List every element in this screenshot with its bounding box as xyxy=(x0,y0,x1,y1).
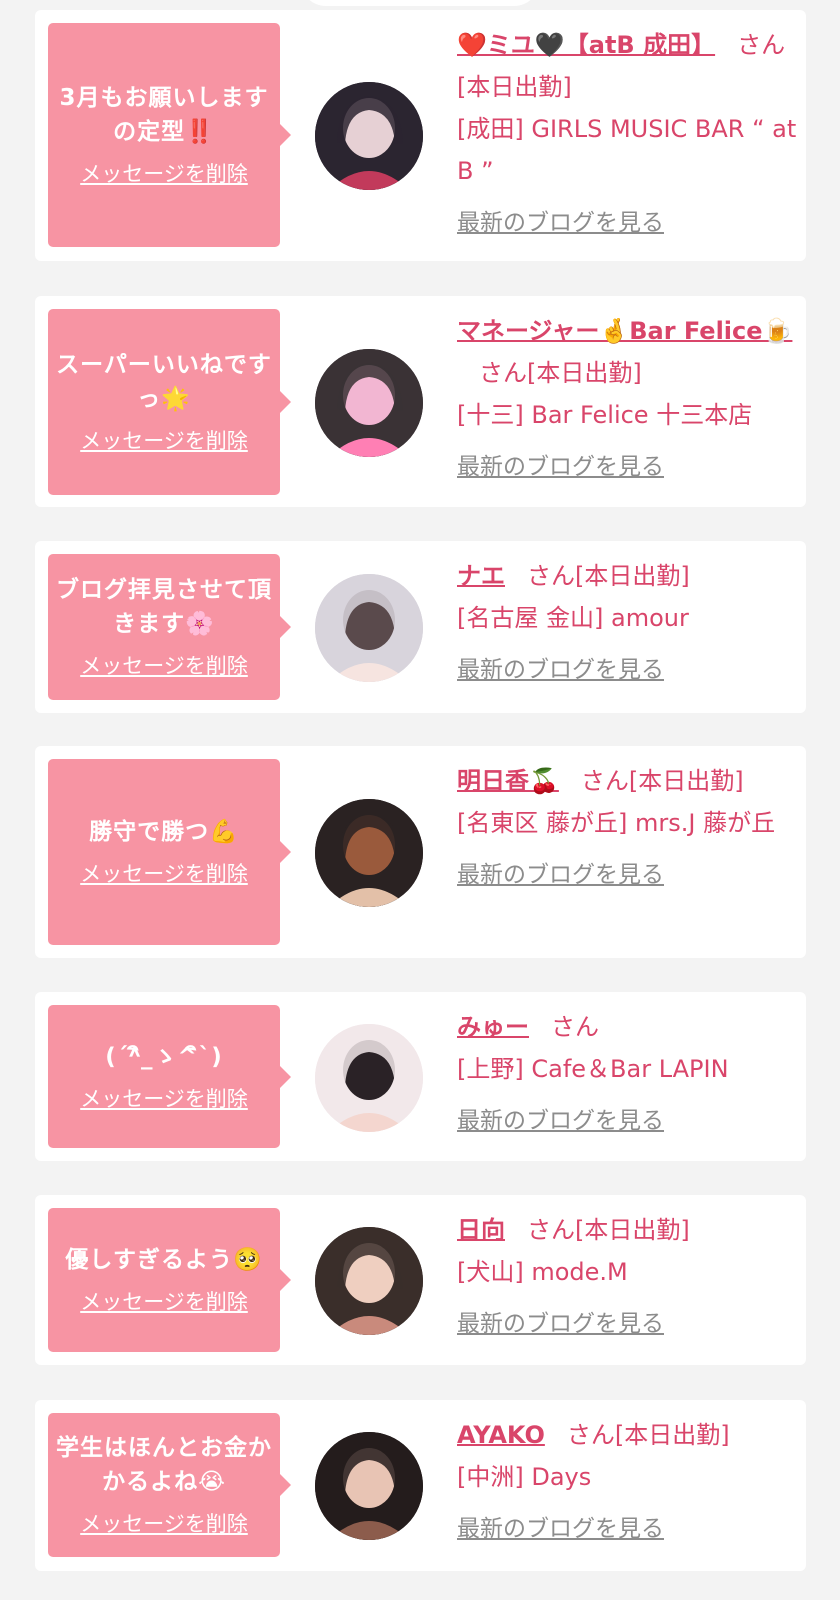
shop-name: [十三] Bar Felice 十三本店 xyxy=(457,401,753,429)
favorite-card: 3月もお願いしますの定型‼️ メッセージを削除 ❤️ミユ🖤【atB 成田】 さん [本日… xyxy=(35,10,806,261)
latest-blog-link[interactable]: 最新のブログを見る xyxy=(457,649,797,691)
shop-name: [名古屋 金山] amour xyxy=(457,604,689,632)
cast-name-link[interactable]: ❤️ミユ🖤【atB 成田】 xyxy=(457,31,715,59)
message-text: 勝守で勝つ💪 xyxy=(89,819,239,845)
cast-info: ❤️ミユ🖤【atB 成田】 さん [本日出勤] [成田] GIRLS MUSIC BA… xyxy=(457,24,797,244)
message-text: 学生はほんとお金かかるよね😭 xyxy=(56,1435,272,1495)
work-status: [本日出勤] xyxy=(575,1216,690,1244)
favorite-card: 勝守で勝つ💪 メッセージを削除 明日香🍒 さん[本日出勤] [名東区 藤が丘] mrs.… xyxy=(35,746,806,958)
latest-blog-link[interactable]: 最新のブログを見る xyxy=(457,446,797,488)
delete-message-link[interactable]: メッセージを削除 xyxy=(80,1287,248,1317)
cast-name-link[interactable]: 明日香🍒 xyxy=(457,767,559,795)
profile-photo-icon xyxy=(315,1024,423,1132)
message-text: 3月もお願いしますの定型‼️ xyxy=(59,85,269,145)
work-status: [本日出勤] xyxy=(628,767,744,795)
avatar[interactable] xyxy=(315,1024,423,1132)
latest-blog-link[interactable]: 最新のブログを見る xyxy=(457,1508,797,1550)
cast-info: マネージャー🤞Bar Felice🍺 さん[本日出勤] [十三] Bar Felic… xyxy=(457,310,797,488)
avatar[interactable] xyxy=(315,349,423,457)
honorific: さん xyxy=(566,1421,615,1449)
avatar[interactable] xyxy=(315,1227,423,1335)
shop-name: [上野] Cafe＆Bar LAPIN xyxy=(457,1055,729,1083)
work-status: [本日出勤] xyxy=(457,73,572,101)
cast-name-link[interactable]: ナエ xyxy=(457,562,505,590)
message-text: スーパーいいねですっ🌟 xyxy=(56,352,272,412)
cast-name-link[interactable]: みゅー xyxy=(457,1013,529,1041)
message-list: 3月もお願いしますの定型‼️ メッセージを削除 ❤️ミユ🖤【atB 成田】 さん[本日… xyxy=(0,0,840,1600)
honorific: さん xyxy=(580,767,629,795)
favorite-card: 学生はほんとお金かかるよね😭 メッセージを削除 AYAKO さん[本日出勤] [中洲] … xyxy=(35,1400,806,1571)
avatar[interactable] xyxy=(315,574,423,682)
delete-message-link[interactable]: メッセージを削除 xyxy=(80,859,248,889)
delete-message-link[interactable]: メッセージを削除 xyxy=(80,159,248,189)
shop-name: [成田] GIRLS MUSIC BAR “ at B ” xyxy=(457,115,797,185)
cast-info: 明日香🍒 さん[本日出勤] [名東区 藤が丘] mrs.J 藤が丘最新のブログを見る xyxy=(457,760,797,896)
delete-message-link[interactable]: メッセージを削除 xyxy=(80,651,248,681)
message-bubble: (´^ิ_ゝ^ิ`) メッセージを削除 xyxy=(48,1005,291,1148)
cast-name-link[interactable]: AYAKO xyxy=(457,1421,545,1449)
shop-name: [犬山] mode.M xyxy=(457,1258,628,1286)
profile-photo-icon xyxy=(315,1432,423,1540)
message-bubble: ブログ拝見させて頂きます🌸 メッセージを削除 xyxy=(48,554,291,700)
honorific: さん xyxy=(479,359,527,387)
profile-photo-icon xyxy=(315,799,423,907)
profile-photo-icon xyxy=(315,349,423,457)
message-text: 優しすぎるよう🥺 xyxy=(65,1247,263,1273)
delete-message-link[interactable]: メッセージを削除 xyxy=(80,1084,248,1114)
cast-info: ナエ さん[本日出勤] [名古屋 金山] amour 最新のブログを見る xyxy=(457,555,797,691)
cast-info: AYAKO さん[本日出勤] [中洲] Days 最新のブログを見る xyxy=(457,1414,797,1550)
honorific: さん xyxy=(737,31,786,59)
message-text: ブログ拝見させて頂きます🌸 xyxy=(56,577,272,637)
message-bubble: 勝守で勝つ💪 メッセージを削除 xyxy=(48,759,291,945)
latest-blog-link[interactable]: 最新のブログを見る xyxy=(457,1100,797,1142)
delete-message-link[interactable]: メッセージを削除 xyxy=(80,426,248,456)
favorite-card: スーパーいいねですっ🌟 メッセージを削除 マネージャー🤞Bar Felice🍺さん[… xyxy=(35,296,806,507)
avatar[interactable] xyxy=(315,799,423,907)
avatar[interactable] xyxy=(315,82,423,190)
message-bubble: 優しすぎるよう🥺 メッセージを削除 xyxy=(48,1208,291,1352)
delete-message-link[interactable]: メッセージを削除 xyxy=(80,1509,248,1539)
work-status: [本日出勤] xyxy=(614,1421,730,1449)
favorite-card: ブログ拝見させて頂きます🌸 メッセージを削除 ナエ さん[本日出勤] [名古屋 金山] … xyxy=(35,541,806,713)
cast-info: みゅー さん [上野] Cafe＆Bar LAPIN 最新のブログを見る xyxy=(457,1006,797,1142)
honorific: さん xyxy=(527,1216,575,1244)
honorific: さん xyxy=(551,1013,599,1041)
shop-name: [中洲] Days xyxy=(457,1463,592,1491)
shop-name: [名東区 藤が丘] mrs.J 藤が丘 xyxy=(457,809,776,837)
profile-photo-icon xyxy=(315,574,423,682)
avatar[interactable] xyxy=(315,1432,423,1540)
latest-blog-link[interactable]: 最新のブログを見る xyxy=(457,202,797,244)
latest-blog-link[interactable]: 最新のブログを見る xyxy=(457,1303,797,1345)
cast-name-link[interactable]: 日向 xyxy=(457,1216,505,1244)
profile-photo-icon xyxy=(315,1227,423,1335)
cast-name-link[interactable]: マネージャー🤞Bar Felice🍺 xyxy=(457,317,792,345)
message-text: (´^ิ_ゝ^ิ`) xyxy=(105,1043,223,1070)
work-status: [本日出勤] xyxy=(575,562,690,590)
message-bubble: 3月もお願いしますの定型‼️ メッセージを削除 xyxy=(48,23,291,247)
message-bubble: 学生はほんとお金かかるよね😭 メッセージを削除 xyxy=(48,1413,291,1557)
favorite-card: (´^ิ_ゝ^ิ`) メッセージを削除 みゅー さん [上野] Cafe＆Bar LAP… xyxy=(35,992,806,1161)
honorific: さん xyxy=(527,562,575,590)
cast-info: 日向 さん[本日出勤] [犬山] mode.M 最新のブログを見る xyxy=(457,1209,797,1345)
profile-photo-icon xyxy=(315,82,423,190)
favorite-card: 優しすぎるよう🥺 メッセージを削除 日向 さん[本日出勤] [犬山] mode.M 最新の… xyxy=(35,1195,806,1365)
latest-blog-link[interactable]: 最新のブログを見る xyxy=(457,854,797,896)
work-status: [本日出勤] xyxy=(527,359,642,387)
message-bubble: スーパーいいねですっ🌟 メッセージを削除 xyxy=(48,309,291,495)
